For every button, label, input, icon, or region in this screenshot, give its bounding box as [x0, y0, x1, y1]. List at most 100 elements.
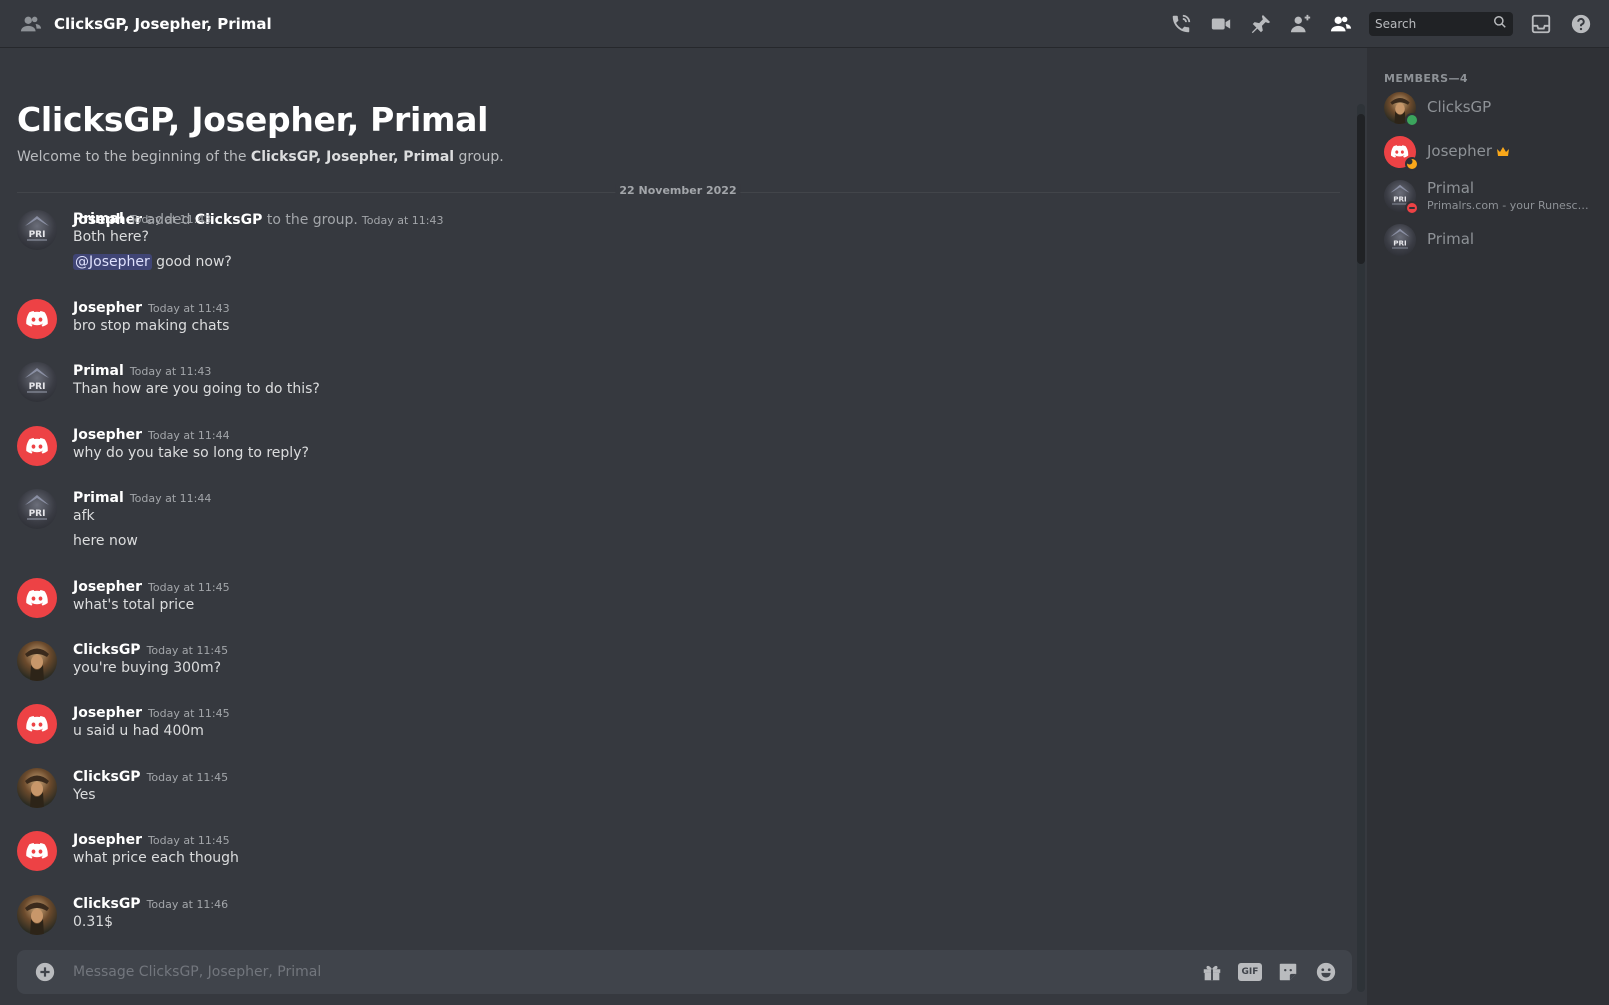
message-composer: GIF — [17, 950, 1352, 994]
message-text: Both here? — [73, 229, 149, 245]
member-item[interactable]: PRI Primal Primalrs.com - your Runescape… — [1376, 175, 1600, 217]
message-input[interactable] — [73, 950, 1173, 994]
start-voice-call-icon[interactable] — [1169, 12, 1193, 36]
inbox-icon[interactable] — [1529, 12, 1553, 36]
welcome-title: ClicksGP, Josepher, Primal — [17, 100, 489, 139]
avatar[interactable] — [17, 299, 57, 339]
member-list-header: MEMBERS—4 — [1384, 72, 1468, 85]
svg-text:PRI: PRI — [29, 230, 46, 240]
message-author[interactable]: Primal — [73, 363, 124, 379]
avatar[interactable]: PRI — [17, 362, 57, 402]
primal-logo-icon: PRI — [25, 495, 49, 520]
primal-logo-icon: PRI — [1390, 228, 1410, 249]
avatar[interactable] — [17, 426, 57, 466]
clicksgp-avatar-icon — [25, 648, 49, 681]
message-timestamp: Today at 11:43 — [129, 213, 212, 226]
message-text: bro stop making chats — [73, 318, 230, 334]
app-window: ClicksGP, Josepher, Primal Search Clicks… — [0, 0, 1609, 1005]
dnd-status-icon — [1405, 201, 1419, 215]
avatar[interactable] — [17, 831, 57, 871]
message-timestamp: Today at 11:45 — [146, 644, 229, 657]
group-owner-crown-icon — [1496, 143, 1510, 161]
svg-text:PRI: PRI — [29, 509, 46, 519]
svg-text:PRI: PRI — [29, 382, 46, 392]
composer-tools: GIF — [1200, 960, 1338, 984]
message-text: Yes — [73, 787, 96, 803]
avatar[interactable] — [17, 768, 57, 808]
message-author[interactable]: ClicksGP — [73, 896, 141, 912]
message-author[interactable]: Josepher — [73, 300, 142, 316]
add-friends-icon[interactable] — [1289, 12, 1313, 36]
user-mention[interactable]: @Josepher — [73, 254, 152, 270]
member-avatar: PRI — [1384, 180, 1419, 215]
message-timestamp: Today at 11:45 — [148, 581, 230, 594]
search-icon — [1493, 14, 1507, 33]
pinned-messages-icon[interactable] — [1249, 12, 1273, 36]
discord-logo-icon — [26, 438, 48, 454]
message-author[interactable]: ClicksGP — [73, 642, 141, 658]
message-timestamp: Today at 11:45 — [148, 834, 230, 847]
clicksgp-avatar-icon — [25, 775, 49, 808]
search-box[interactable] — [1369, 11, 1513, 36]
message-timestamp: Today at 11:45 — [146, 771, 229, 784]
message-text: Than how are you going to do this? — [73, 381, 320, 397]
discord-logo-icon — [26, 843, 48, 859]
channel-title: ClicksGP, Josepher, Primal — [54, 14, 272, 33]
member-item[interactable]: ClicksGP — [1376, 87, 1600, 129]
message-text: why do you take so long to reply? — [73, 445, 309, 461]
message-timestamp: Today at 11:43 — [129, 365, 212, 378]
message-text: what's total price — [73, 597, 195, 613]
message-author[interactable]: Primal — [73, 490, 124, 506]
message-author[interactable]: Josepher — [73, 705, 142, 721]
message-author[interactable]: Josepher — [73, 579, 142, 595]
member-list-icon[interactable] — [1329, 12, 1353, 36]
primal-logo-icon: PRI — [25, 216, 49, 241]
online-status-icon — [1405, 113, 1419, 127]
member-name: Primal — [1427, 179, 1475, 197]
avatar[interactable] — [17, 704, 57, 744]
help-icon[interactable] — [1569, 12, 1593, 36]
avatar[interactable]: PRI — [17, 210, 57, 250]
message-text: you're buying 300m? — [73, 660, 222, 676]
group-dm-icon — [18, 11, 44, 37]
avatar[interactable] — [17, 895, 57, 935]
avatar[interactable]: PRI — [17, 489, 57, 529]
message-text: @Josepher good now? — [73, 254, 232, 270]
idle-status-icon — [1405, 157, 1419, 171]
message-text: u said u had 400m — [73, 723, 204, 739]
header-toolbar — [1169, 11, 1593, 36]
member-list: MEMBERS—4 ClicksGP Josepher PRI Primal P… — [1367, 48, 1609, 1005]
svg-text:PRI: PRI — [1393, 239, 1407, 248]
avatar[interactable] — [17, 578, 57, 618]
message-author[interactable]: Primal — [73, 211, 124, 227]
message-author[interactable]: Josepher — [73, 832, 142, 848]
message-author[interactable]: Josepher — [73, 427, 142, 443]
chat-area: ClicksGP, Josepher, Primal Welcome to th… — [0, 48, 1365, 1005]
attach-plus-icon[interactable] — [33, 960, 57, 984]
member-avatar — [1384, 92, 1419, 127]
scrollbar-thumb[interactable] — [1357, 114, 1365, 264]
message-text: what price each though — [73, 850, 239, 866]
clicksgp-avatar-icon — [25, 902, 49, 935]
gif-icon[interactable]: GIF — [1238, 960, 1262, 984]
member-item[interactable]: Josepher — [1376, 131, 1600, 173]
primal-logo-icon: PRI — [25, 368, 49, 393]
member-item[interactable]: PRI Primal — [1376, 219, 1600, 261]
message-timestamp: Today at 11:44 — [129, 492, 212, 505]
avatar[interactable] — [17, 641, 57, 681]
gift-icon[interactable] — [1200, 960, 1224, 984]
discord-logo-icon — [26, 311, 48, 327]
start-video-call-icon[interactable] — [1209, 12, 1233, 36]
member-custom-status: Primalrs.com - your Runescape Gold Shop — [1427, 199, 1591, 212]
message-timestamp: Today at 11:45 — [148, 707, 230, 720]
search-input[interactable] — [1375, 16, 1485, 31]
message-timestamp: Today at 11:46 — [146, 898, 229, 911]
channel-header: ClicksGP, Josepher, Primal — [0, 0, 1609, 48]
member-avatar: PRI — [1384, 224, 1416, 256]
message-text: afk — [73, 508, 95, 524]
message-author[interactable]: ClicksGP — [73, 769, 141, 785]
sticker-icon[interactable] — [1276, 960, 1300, 984]
message-timestamp: Today at 11:43 — [148, 302, 230, 315]
emoji-icon[interactable] — [1314, 960, 1338, 984]
message-scroller[interactable]: ClicksGP, Josepher, Primal Welcome to th… — [0, 48, 1352, 950]
